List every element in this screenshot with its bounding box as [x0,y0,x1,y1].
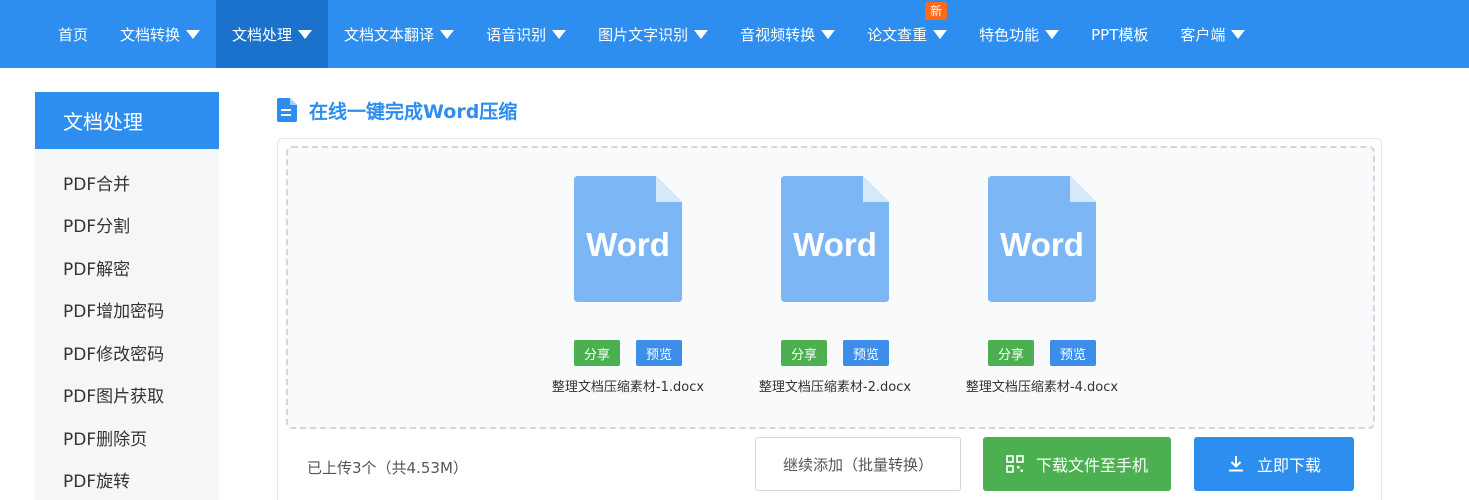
document-icon [277,98,297,122]
section-header: 在线一键完成Word压缩 [277,96,517,124]
sidebar-item-pdf-merge[interactable]: PDF合并 [35,161,219,204]
preview-button[interactable]: 预览 [1050,340,1096,366]
nav-item-label: PPT模板 [1091,25,1149,44]
file-actions: 分享 预览 [533,340,723,366]
download-now-button[interactable]: 立即下载 [1194,437,1354,491]
nav-list: 首页 文档转换 文档处理 文档文本翻译 语音识别 图片文字识别 音视频转换 论文… [42,0,1261,68]
new-badge: 新 [925,2,948,20]
caret-down-icon [1045,29,1060,39]
nav-item-home[interactable]: 首页 [42,0,104,68]
file-actions: 分享 预览 [947,340,1137,366]
sidebar-title: 文档处理 [35,92,219,149]
nav-item-label: 文档转换 [120,25,181,44]
top-navigation: 首页 文档转换 文档处理 文档文本翻译 语音识别 图片文字识别 音视频转换 论文… [0,0,1469,68]
qr-code-icon [1006,455,1024,473]
compress-panel: Word 分享 预览 整理文档压缩素材-1.docx Word 分享 预览 整理… [277,138,1382,500]
word-file-icon: Word [574,176,682,302]
caret-down-icon [821,29,836,39]
nav-item-ocr[interactable]: 图片文字识别 [582,0,724,68]
caret-down-icon [186,29,201,39]
caret-down-icon [694,29,709,39]
caret-down-icon [298,29,313,39]
sidebar-item-pdf-split[interactable]: PDF分割 [35,204,219,247]
nav-item-label: 特色功能 [979,25,1040,44]
file-card: Word 分享 预览 整理文档压缩素材-2.docx [740,176,930,395]
nav-item-label: 图片文字识别 [598,25,689,44]
nav-item-label: 客户端 [1180,25,1226,44]
nav-item-speech[interactable]: 语音识别 [470,0,582,68]
caret-down-icon [440,29,455,39]
download-to-phone-button[interactable]: 下载文件至手机 [983,437,1171,491]
sidebar-item-pdf-decrypt[interactable]: PDF解密 [35,246,219,289]
file-card: Word 分享 预览 整理文档压缩素材-4.docx [947,176,1137,395]
file-name: 整理文档压缩素材-1.docx [551,380,705,395]
caret-down-icon [552,29,567,39]
file-actions: 分享 预览 [740,340,930,366]
word-icon-text: Word [586,226,670,263]
upload-status: 已上传3个（共4.53M） [307,459,468,477]
nav-item-label: 首页 [58,25,89,44]
nav-item-doc-convert[interactable]: 文档转换 [104,0,216,68]
preview-button[interactable]: 预览 [843,340,889,366]
nav-item-av-convert[interactable]: 音视频转换 [724,0,851,68]
share-button[interactable]: 分享 [988,340,1034,366]
preview-button[interactable]: 预览 [636,340,682,366]
nav-item-client[interactable]: 客户端 [1164,0,1261,68]
file-dropzone[interactable]: Word 分享 预览 整理文档压缩素材-1.docx Word 分享 预览 整理… [286,146,1375,429]
caret-down-icon [933,29,948,39]
nav-item-label: 文档处理 [232,25,293,44]
file-name: 整理文档压缩素材-4.docx [965,380,1119,395]
share-button[interactable]: 分享 [574,340,620,366]
page-title: 在线一键完成Word压缩 [309,100,518,123]
sidebar-item-pdf-extract-images[interactable]: PDF图片获取 [35,374,219,417]
file-card: Word 分享 预览 整理文档压缩素材-1.docx [533,176,723,395]
word-icon-text: Word [1000,226,1084,263]
nav-item-doc-process[interactable]: 文档处理 [216,0,329,68]
download-icon [1228,456,1243,472]
nav-item-label: 语音识别 [486,25,547,44]
file-name: 整理文档压缩素材-2.docx [758,380,912,395]
word-icon-text: Word [793,226,877,263]
nav-item-label: 论文查重 [867,25,928,44]
nav-item-ppt[interactable]: PPT模板 [1075,0,1164,68]
sidebar-item-pdf-change-password[interactable]: PDF修改密码 [35,331,219,374]
sidebar-item-pdf-rotate[interactable]: PDF旋转 [35,459,219,500]
sidebar-item-pdf-add-password[interactable]: PDF增加密码 [35,289,219,332]
nav-item-label: 文档文本翻译 [344,25,435,44]
nav-item-label: 音视频转换 [740,25,816,44]
sidebar-list: PDF合并 PDF分割 PDF解密 PDF增加密码 PDF修改密码 PDF图片获… [35,149,219,500]
word-file-icon: Word [781,176,889,302]
sidebar-item-pdf-delete-pages[interactable]: PDF删除页 [35,416,219,459]
nav-item-features[interactable]: 特色功能 [963,0,1075,68]
caret-down-icon [1231,29,1246,39]
download-now-label: 立即下载 [1256,456,1321,475]
sidebar: 文档处理 PDF合并 PDF分割 PDF解密 PDF增加密码 PDF修改密码 P… [35,92,219,500]
nav-item-doc-translate[interactable]: 文档文本翻译 [328,0,470,68]
word-file-icon: Word [988,176,1096,302]
download-to-phone-label: 下载文件至手机 [1035,456,1148,475]
continue-add-button[interactable]: 继续添加（批量转换） [755,437,961,491]
share-button[interactable]: 分享 [781,340,827,366]
nav-item-plagiarism[interactable]: 论文查重 新 [851,0,963,68]
